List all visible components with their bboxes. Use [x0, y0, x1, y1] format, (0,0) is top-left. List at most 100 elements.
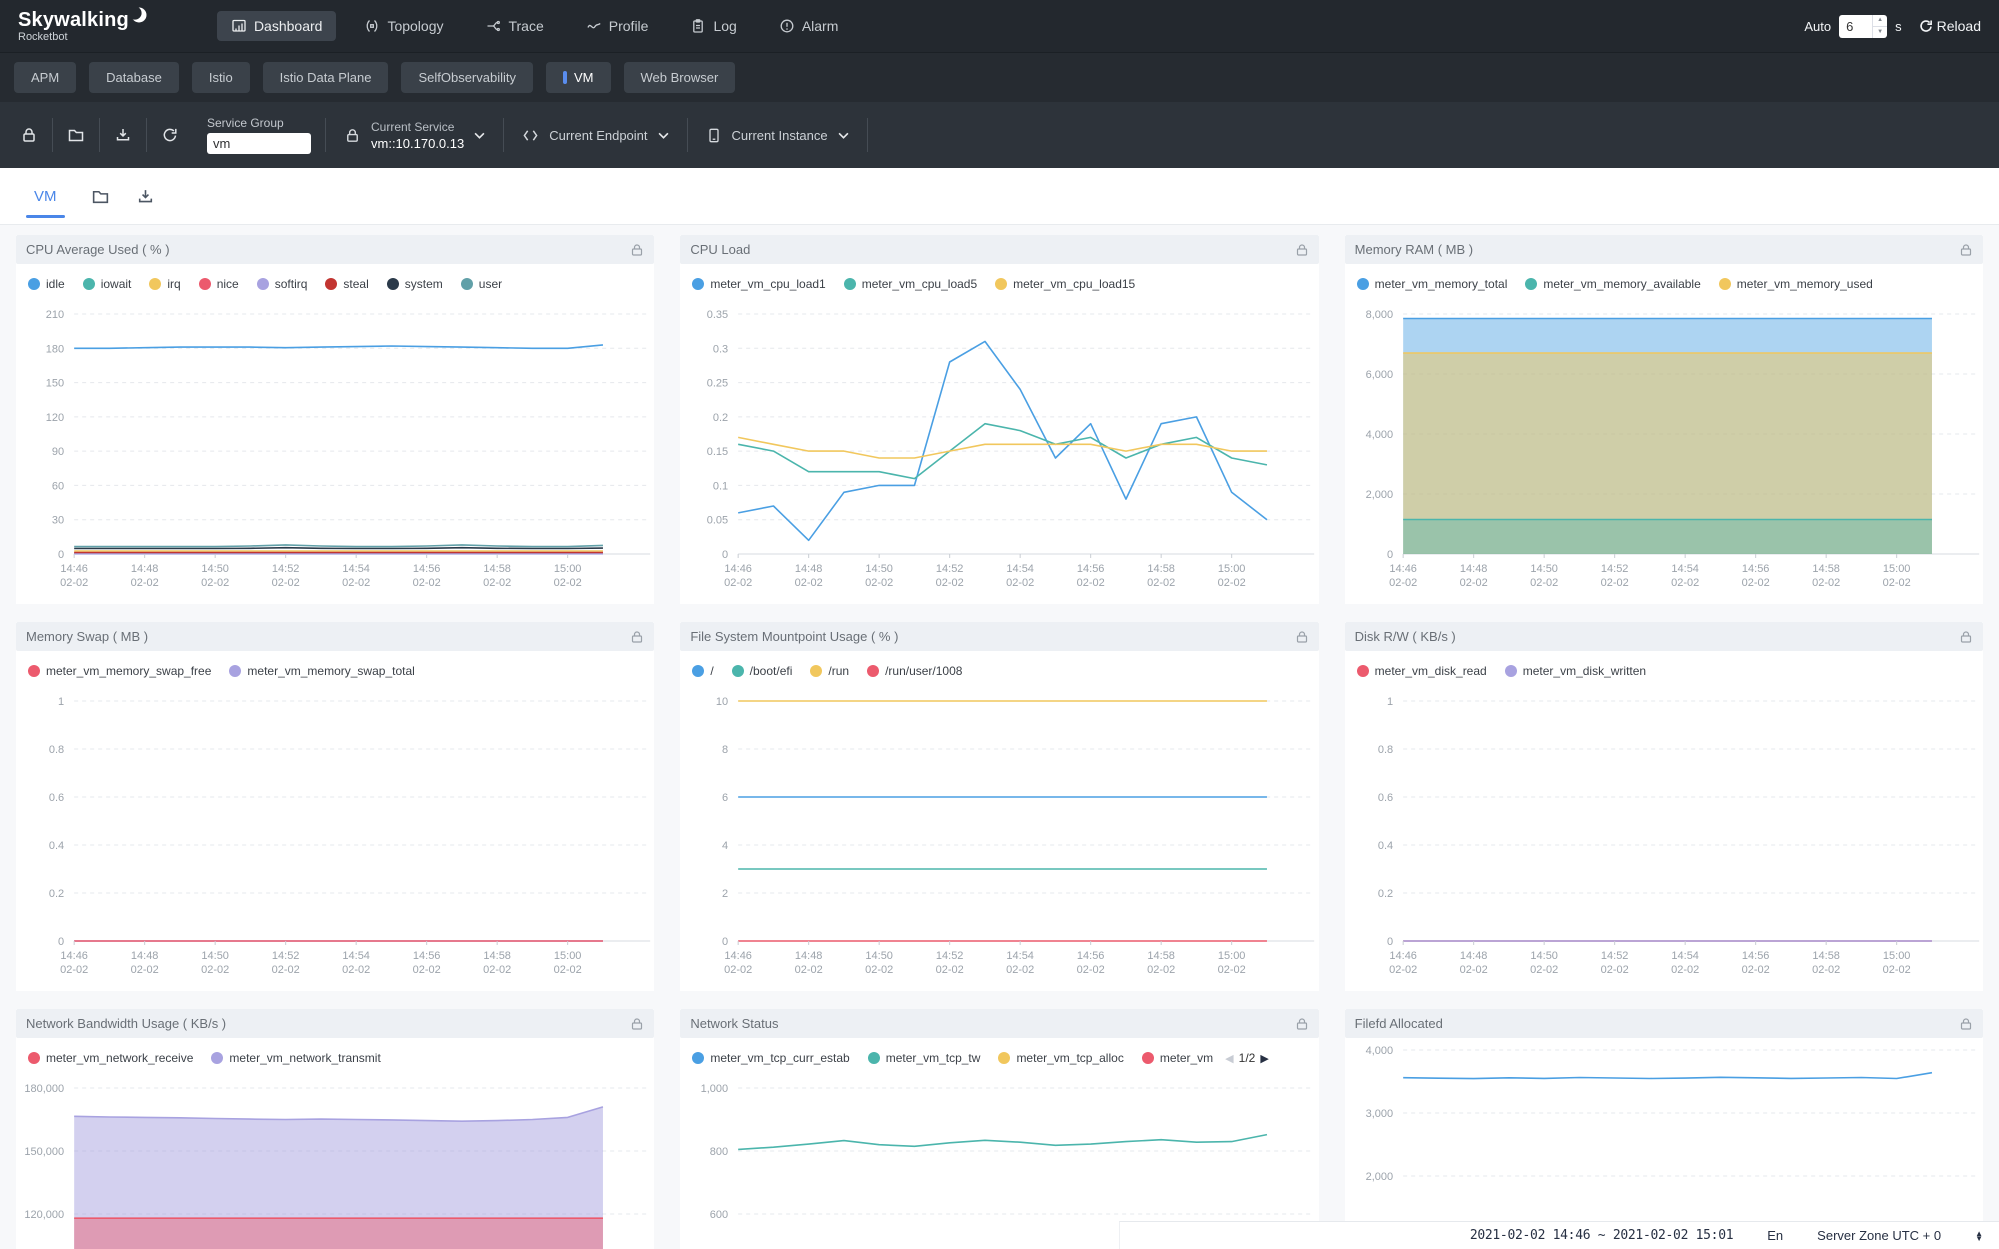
workspace-tab-vm[interactable]: VM [546, 62, 611, 93]
refresh-templates-button[interactable] [147, 126, 193, 144]
nav-item-alarm[interactable]: Alarm [765, 11, 853, 41]
legend-item-meter-vm-memory-swap-total[interactable]: meter_vm_memory_swap_total [229, 664, 414, 678]
legend-item-run[interactable]: /run [810, 664, 849, 678]
legend-item-meter-vm-memory-used[interactable]: meter_vm_memory_used [1719, 277, 1873, 291]
service-group-label: Service Group [207, 116, 311, 130]
legend-item-meter-vm-memory-swap-free[interactable]: meter_vm_memory_swap_free [28, 664, 211, 678]
tab-export-button[interactable] [136, 187, 155, 206]
nav-item-dashboard[interactable]: Dashboard [217, 11, 337, 41]
svg-text:02-02: 02-02 [201, 964, 229, 976]
legend-label: meter_vm [1160, 1051, 1213, 1065]
legend-next-button[interactable]: ▶ [1260, 1052, 1268, 1065]
auto-interval-stepper[interactable]: ▲▼ [1872, 15, 1887, 38]
svg-text:600: 600 [710, 1209, 728, 1221]
language-switch[interactable]: En [1767, 1228, 1783, 1243]
reload-button[interactable]: Reload [1918, 18, 1981, 34]
legend-label: meter_vm_tcp_tw [886, 1051, 981, 1065]
legend-item-meter-vm-tcp-tw[interactable]: meter_vm_tcp_tw [868, 1051, 981, 1065]
service-group-input[interactable] [207, 133, 311, 154]
workspace-tab-istio[interactable]: Istio [192, 62, 250, 93]
svg-text:14:48: 14:48 [795, 950, 823, 962]
legend-item-meter-vm-network-receive[interactable]: meter_vm_network_receive [28, 1051, 193, 1065]
current-service-selector[interactable]: Current Service vm::10.170.0.13 [326, 120, 503, 151]
svg-text:02-02: 02-02 [1741, 577, 1769, 589]
legend-item-idle[interactable]: idle [28, 277, 65, 291]
workspace-tab-selfobservability[interactable]: SelfObservability [401, 62, 533, 93]
legend-item-meter-vm-cpu-load15[interactable]: meter_vm_cpu_load15 [995, 277, 1135, 291]
legend-item-iowait[interactable]: iowait [83, 277, 132, 291]
panel-lock-button[interactable] [1959, 243, 1973, 257]
svg-text:0.6: 0.6 [49, 792, 64, 804]
legend-label: meter_vm_memory_used [1737, 277, 1873, 291]
legend-dot [1142, 1052, 1154, 1064]
server-zone-stepper[interactable]: ▲▼ [1975, 1231, 1983, 1241]
legend-item-irq[interactable]: irq [149, 277, 180, 291]
svg-text:02-02: 02-02 [342, 577, 370, 589]
chart-filefd-allocated: 01,0002,0003,0004,00014:4602-0214:4802-0… [1345, 1038, 1983, 1249]
legend-dot [867, 665, 879, 677]
chart-legend: meter_vm_cpu_load1 meter_vm_cpu_load5 mete… [680, 264, 1318, 302]
panel-lock-button[interactable] [1959, 1017, 1973, 1031]
panel-lock-button[interactable] [1295, 243, 1309, 257]
svg-text:14:52: 14:52 [1601, 563, 1629, 575]
time-range-picker[interactable]: 2021-02-02 14:46 ~ 2021-02-02 15:01 [1470, 1228, 1733, 1243]
nav-item-profile[interactable]: Profile [572, 11, 663, 41]
legend-item-softirq[interactable]: softirq [257, 277, 308, 291]
svg-text:14:48: 14:48 [795, 563, 823, 575]
auto-interval-input[interactable]: 6 ▲▼ [1839, 15, 1887, 38]
legend-item-boot-efi[interactable]: /boot/efi [732, 664, 793, 678]
panel-lock-button[interactable] [630, 243, 644, 257]
legend-item-meter-vm-memory-total[interactable]: meter_vm_memory_total [1357, 277, 1508, 291]
workspace-tab-database[interactable]: Database [89, 62, 179, 93]
import-template-button[interactable] [53, 126, 99, 144]
chart-cpu-average-used: 030609012015018021014:4602-0214:4802-021… [16, 302, 654, 604]
workspace-tab-istio-data-plane[interactable]: Istio Data Plane [263, 62, 389, 93]
legend-item-nice[interactable]: nice [199, 277, 239, 291]
nav-item-trace[interactable]: Trace [471, 11, 557, 41]
svg-text:150: 150 [46, 378, 64, 390]
lock-toolbar-button[interactable] [6, 126, 52, 144]
legend-dot [692, 1052, 704, 1064]
current-endpoint-selector[interactable]: Current Endpoint [504, 128, 686, 143]
panel-lock-button[interactable] [1295, 1017, 1309, 1031]
legend-item-steal[interactable]: steal [325, 277, 368, 291]
workspace-tab-apm[interactable]: APM [14, 62, 76, 93]
tab-folder-button[interactable] [91, 187, 110, 206]
legend-item-meter-vm-memory-available[interactable]: meter_vm_memory_available [1525, 277, 1700, 291]
legend-item-meter-vm[interactable]: meter_vm [1142, 1051, 1213, 1065]
svg-text:14:56: 14:56 [1742, 563, 1770, 575]
panel-lock-button[interactable] [1959, 630, 1973, 644]
current-instance-selector[interactable]: Current Instance [688, 127, 867, 144]
panel-lock-button[interactable] [630, 630, 644, 644]
legend-item-meter-vm-network-transmit[interactable]: meter_vm_network_transmit [211, 1051, 380, 1065]
legend-item-meter-vm-disk-written[interactable]: meter_vm_disk_written [1505, 664, 1646, 678]
svg-text:210: 210 [46, 309, 64, 321]
workspace-tab-web-browser[interactable]: Web Browser [624, 62, 736, 93]
legend-prev-button[interactable]: ◀ [1225, 1052, 1233, 1065]
legend-item-meter-vm-tcp-alloc[interactable]: meter_vm_tcp_alloc [998, 1051, 1123, 1065]
legend-label: idle [46, 277, 65, 291]
nav-item-label: Topology [387, 18, 443, 34]
legend-item-meter-vm-cpu-load5[interactable]: meter_vm_cpu_load5 [844, 277, 977, 291]
svg-text:15:00: 15:00 [1218, 563, 1246, 575]
legend-item-system[interactable]: system [387, 277, 443, 291]
nav-item-topology[interactable]: Topology [350, 11, 457, 41]
panel-lock-button[interactable] [1295, 630, 1309, 644]
legend-item-[interactable]: / [692, 664, 713, 678]
chart-legend: meter_vm_disk_read meter_vm_disk_written [1345, 651, 1983, 689]
tab-vm[interactable]: VM [26, 168, 65, 224]
export-template-button[interactable] [100, 126, 146, 144]
panel-lock-button[interactable] [630, 1017, 644, 1031]
legend-item-run-user-1008[interactable]: /run/user/1008 [867, 664, 962, 678]
legend-item-meter-vm-tcp-curr-estab[interactable]: meter_vm_tcp_curr_estab [692, 1051, 849, 1065]
svg-text:14:58: 14:58 [483, 563, 511, 575]
auto-interval-value: 6 [1839, 15, 1872, 38]
panel-lock-icon [1295, 630, 1309, 644]
svg-text:02-02: 02-02 [1218, 964, 1246, 976]
legend-item-meter-vm-cpu-load1[interactable]: meter_vm_cpu_load1 [692, 277, 825, 291]
svg-text:02-02: 02-02 [554, 964, 582, 976]
nav-item-log[interactable]: Log [676, 11, 750, 41]
server-zone[interactable]: Server Zone UTC + 0 [1817, 1228, 1941, 1243]
legend-item-user[interactable]: user [461, 277, 502, 291]
legend-item-meter-vm-disk-read[interactable]: meter_vm_disk_read [1357, 664, 1487, 678]
